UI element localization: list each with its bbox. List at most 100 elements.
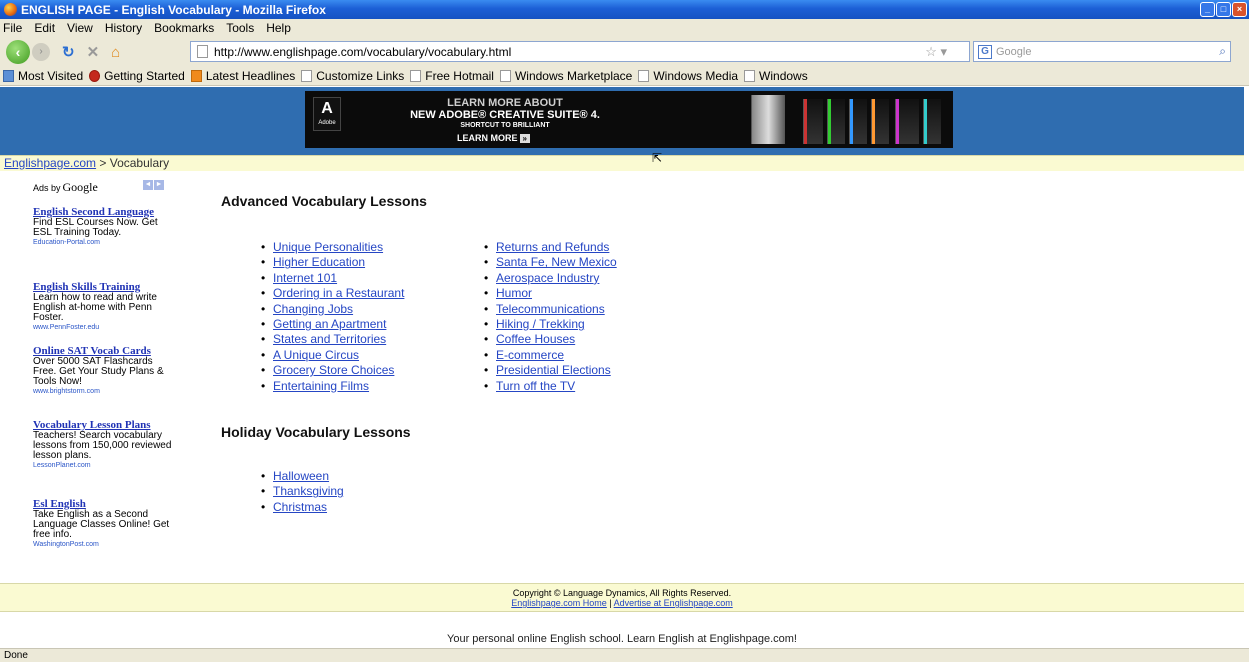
- double-arrow-icon: »: [519, 134, 530, 143]
- lesson-link[interactable]: Humor: [496, 286, 532, 300]
- lesson-link[interactable]: Hiking / Trekking: [496, 317, 585, 331]
- ad-url[interactable]: www.brightstorm.com: [33, 387, 173, 396]
- ad-url[interactable]: www.PennFoster.edu: [33, 323, 173, 332]
- menu-edit[interactable]: Edit: [34, 21, 55, 35]
- menu-view[interactable]: View: [67, 21, 93, 35]
- adobe-banner-ad[interactable]: A Adobe LEARN MORE ABOUT NEW ADOBE® CREA…: [305, 91, 953, 148]
- ad-text: Find ESL Courses Now. Get ESL Training T…: [33, 217, 158, 238]
- lesson-link[interactable]: Telecommunications: [496, 302, 605, 316]
- url-text[interactable]: http://www.englishpage.com/vocabulary/vo…: [214, 45, 511, 59]
- list-item: Coffee Houses: [484, 332, 714, 347]
- lesson-link[interactable]: Thanksgiving: [273, 484, 344, 498]
- window-titlebar: ENGLISH PAGE - English Vocabulary - Mozi…: [0, 0, 1249, 19]
- menu-tools[interactable]: Tools: [226, 21, 254, 35]
- lesson-link[interactable]: Grocery Store Choices: [273, 363, 394, 377]
- lesson-link[interactable]: Christmas: [273, 500, 327, 514]
- search-placeholder[interactable]: Google: [996, 46, 1031, 58]
- ad-next-icon[interactable]: ►: [154, 180, 164, 190]
- menu-history[interactable]: History: [105, 21, 142, 35]
- learn-more-button[interactable]: LEARN MORE»: [457, 133, 530, 143]
- ad-url[interactable]: Education-Portal.com: [33, 238, 173, 247]
- lesson-link[interactable]: States and Territories: [273, 332, 386, 346]
- lesson-link[interactable]: Internet 101: [273, 271, 337, 285]
- search-icon[interactable]: ⌕: [1219, 44, 1226, 59]
- lesson-link[interactable]: Turn off the TV: [496, 379, 575, 393]
- footer-home-link[interactable]: Englishpage.com Home: [511, 598, 607, 608]
- bookmark-most-visited[interactable]: Most Visited: [3, 69, 83, 83]
- list-item: Telecommunications: [484, 302, 714, 317]
- list-item: Returns and Refunds: [484, 240, 714, 255]
- url-bar[interactable]: http://www.englishpage.com/vocabulary/vo…: [190, 41, 970, 62]
- advanced-heading: Advanced Vocabulary Lessons: [221, 193, 427, 209]
- lesson-link[interactable]: Halloween: [273, 469, 329, 483]
- footer-advertise-link[interactable]: Advertise at Englishpage.com: [614, 598, 733, 608]
- bookmark-getting-started[interactable]: Getting Started: [89, 69, 185, 83]
- bookmark-free-hotmail[interactable]: Free Hotmail: [410, 69, 494, 83]
- breadcrumb-current: > Vocabulary: [96, 156, 170, 170]
- stop-icon[interactable]: ✕: [87, 43, 100, 61]
- list-item: Internet 101: [261, 271, 491, 286]
- menu-bar: File Edit View History Bookmarks Tools H…: [0, 19, 1249, 37]
- home-icon[interactable]: ⌂: [111, 44, 120, 61]
- list-item: Thanksgiving: [261, 484, 491, 499]
- most-visited-icon: [3, 70, 14, 82]
- menu-file[interactable]: File: [3, 21, 22, 35]
- minimize-icon[interactable]: _: [1200, 2, 1215, 17]
- reload-icon[interactable]: ↻: [62, 43, 75, 61]
- lesson-link[interactable]: Ordering in a Restaurant: [273, 286, 404, 300]
- menu-help[interactable]: Help: [266, 21, 291, 35]
- sidebar-ad-2: English Skills Training Learn how to rea…: [33, 282, 173, 332]
- bookmark-customize-links[interactable]: Customize Links: [301, 69, 404, 83]
- bookmark-windows-marketplace[interactable]: Windows Marketplace: [499, 69, 632, 83]
- footer-links: Englishpage.com Home | Advertise at Engl…: [0, 598, 1244, 608]
- getting-started-icon: [89, 70, 101, 82]
- list-item: Grocery Store Choices: [261, 363, 491, 378]
- lesson-link[interactable]: Returns and Refunds: [496, 240, 609, 254]
- lesson-link[interactable]: Unique Personalities: [273, 240, 383, 254]
- footer-separator: |: [606, 598, 614, 608]
- lesson-link[interactable]: Entertaining Films: [273, 379, 369, 393]
- window-controls: _ □ ×: [1200, 2, 1247, 17]
- window-title: ENGLISH PAGE - English Vocabulary - Mozi…: [21, 2, 326, 17]
- bookmark-star-icon[interactable]: ☆ ▾: [925, 44, 947, 60]
- sidebar-ad-1: English Second Language Find ESL Courses…: [33, 207, 173, 247]
- search-box[interactable]: G Google ⌕: [973, 41, 1231, 62]
- bookmark-windows[interactable]: Windows: [744, 69, 808, 83]
- lesson-link[interactable]: Changing Jobs: [273, 302, 353, 316]
- google-engine-icon[interactable]: G: [978, 44, 992, 59]
- lesson-link[interactable]: Presidential Elections: [496, 363, 611, 377]
- list-item: Santa Fe, New Mexico: [484, 255, 714, 270]
- lesson-link[interactable]: A Unique Circus: [273, 348, 359, 362]
- maximize-icon[interactable]: □: [1216, 2, 1231, 17]
- ad-nav-arrows: ◄ ►: [143, 180, 164, 190]
- lesson-link[interactable]: Getting an Apartment: [273, 317, 386, 331]
- list-item: Halloween: [261, 469, 491, 484]
- ad-url[interactable]: LessonPlanet.com: [33, 461, 173, 470]
- firefox-icon: [4, 3, 17, 16]
- lesson-link[interactable]: Santa Fe, New Mexico: [496, 255, 617, 269]
- back-button[interactable]: ‹: [6, 40, 30, 64]
- mouse-cursor-icon: ⇱: [652, 151, 663, 165]
- ad-line-1: LEARN MORE ABOUT: [447, 97, 563, 109]
- list-item: Humor: [484, 286, 714, 301]
- rss-icon: [190, 70, 202, 82]
- lesson-link[interactable]: Aerospace Industry: [496, 271, 599, 285]
- ad-url[interactable]: WashingtonPost.com: [33, 540, 173, 549]
- close-icon[interactable]: ×: [1232, 2, 1247, 17]
- list-item: Hiking / Trekking: [484, 317, 714, 332]
- advanced-list-col1: Unique Personalities Higher Education In…: [261, 240, 491, 394]
- page-icon: [197, 45, 208, 58]
- lesson-link[interactable]: Coffee Houses: [496, 332, 575, 346]
- page-icon: [638, 70, 650, 82]
- list-item: A Unique Circus: [261, 348, 491, 363]
- sidebar-ad-3: Online SAT Vocab Cards Over 5000 SAT Fla…: [33, 346, 173, 396]
- bookmark-windows-media[interactable]: Windows Media: [638, 69, 738, 83]
- forward-button[interactable]: ›: [32, 43, 50, 61]
- menu-bookmarks[interactable]: Bookmarks: [154, 21, 214, 35]
- lesson-link[interactable]: Higher Education: [273, 255, 365, 269]
- breadcrumb-home-link[interactable]: Englishpage.com: [4, 156, 96, 170]
- sidebar-ads: Ads by Google ◄ ► English Second Language …: [33, 180, 173, 548]
- ad-prev-icon[interactable]: ◄: [143, 180, 153, 190]
- lesson-link[interactable]: E-commerce: [496, 348, 564, 362]
- bookmark-latest-headlines[interactable]: Latest Headlines: [190, 69, 295, 83]
